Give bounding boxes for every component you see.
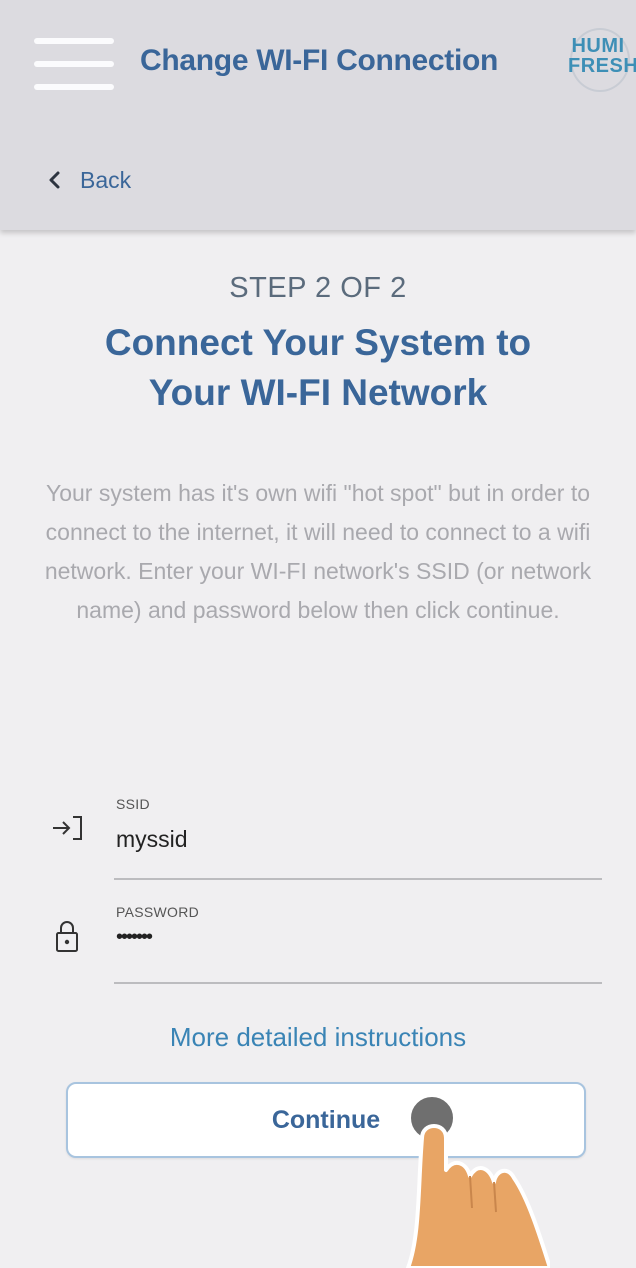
section-title: Connect Your System to Your WI-FI Networ… [104,322,532,413]
app-header: Change WI-FI Connection HUMI FRESH Back [0,0,636,230]
password-label: PASSWORD [116,904,200,920]
menu-bar-bottom [34,84,114,90]
back-button[interactable]: Back [46,162,131,198]
chevron-left-icon [49,171,60,189]
password-input[interactable]: ••••••• [116,926,153,949]
page-title: Change WI-FI Connection [140,44,499,77]
ssid-label: SSID [116,796,150,812]
pointing-hand-tap-icon [405,1091,550,1268]
back-label: Back [80,166,132,193]
logo-line-1: HUMI [571,35,625,57]
hamburger-menu-icon[interactable] [34,38,114,92]
step-indicator: STEP 2 OF 2 [229,272,407,304]
ssid-input[interactable]: myssid [116,826,188,853]
logo-line-2: FRESH [568,55,636,77]
menu-bar-top [34,38,114,44]
menu-bar-middle [34,61,114,67]
password-underline [114,982,602,984]
login-arrow-icon [53,816,82,840]
more-instructions-link[interactable]: More detailed instructions [0,1022,636,1053]
instructions-text: Your system has it's own wifi "hot spot"… [44,480,592,623]
lock-icon [56,921,78,952]
humifresh-logo: HUMI FRESH [568,26,636,94]
ssid-underline [114,878,602,880]
